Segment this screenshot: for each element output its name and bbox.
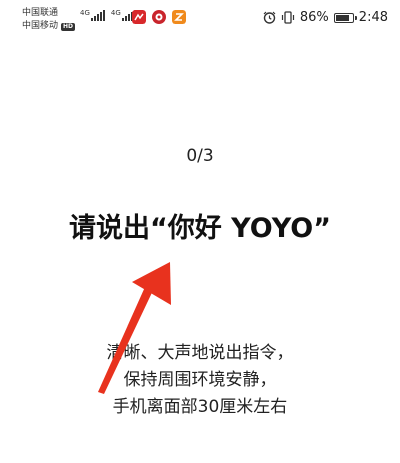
instruction-line: 清晰、大声地说出指令， — [106, 343, 294, 363]
battery-level-fill — [335, 14, 349, 21]
red-app-notification-icon — [132, 10, 146, 24]
status-bar: 中国联通 中国移动 HD 4G 4G 86% 2:48 — [0, 0, 400, 40]
circle-app-notification-icon — [152, 10, 166, 24]
carrier-2-name: 中国移动 — [22, 21, 59, 31]
wake-phrase-prompt: 请说出“你好 YOYO” — [68, 213, 331, 244]
battery-percent: 86% — [299, 10, 329, 25]
battery-icon — [333, 12, 357, 23]
carrier-info: 中国联通 中国移动 HD — [22, 7, 76, 33]
hd-badge: HD — [61, 22, 76, 31]
signal-1-type: 4G — [80, 9, 90, 17]
signal-2-type: 4G — [110, 9, 121, 17]
orange-app-notification-icon — [172, 10, 186, 24]
carrier-1-name: 中国联通 — [22, 8, 59, 18]
instructions-block: 清晰、大声地说出指令， 保持周围环境安静， 手机离面部30厘米左右 — [0, 340, 400, 421]
signal-1: 4G — [80, 10, 105, 21]
instruction-line: 手机离面部30厘米左右 — [112, 397, 288, 417]
voice-enroll-screen: 中国联通 中国移动 HD 4G 4G 86% 2:48 0/3 请说出“你好 Y… — [0, 0, 400, 463]
enroll-progress: 0/3 — [186, 146, 214, 166]
carrier-line-1: 中国联通 — [22, 7, 75, 20]
status-right: 86% 2:48 — [263, 10, 388, 25]
instruction-line: 保持周围环境安静， — [123, 370, 277, 390]
signal-indicators: 4G 4G — [80, 10, 136, 21]
alarm-clock-icon — [263, 11, 276, 24]
status-time: 2:48 — [358, 10, 388, 25]
carrier-line-2: 中国移动 HD — [22, 20, 76, 33]
vibrate-icon — [281, 11, 294, 24]
signal-bars-icon — [90, 10, 105, 21]
